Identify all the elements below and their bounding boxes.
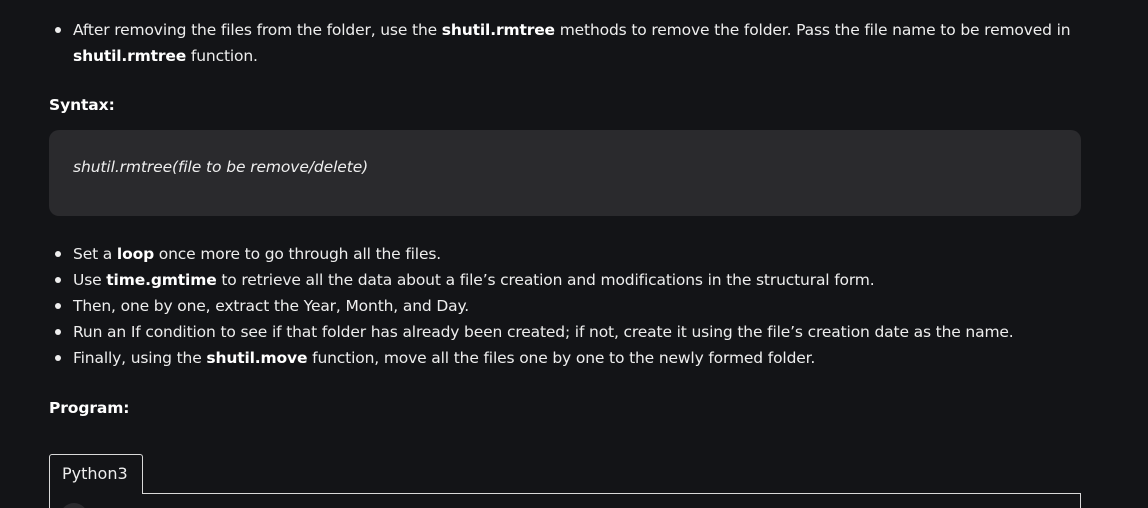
list-item-text: Set a xyxy=(73,245,117,263)
program-heading: Program: xyxy=(49,399,130,417)
list-item: Use time.gmtime to retrieve all the data… xyxy=(50,267,1090,293)
code-panel-control-icon[interactable] xyxy=(60,503,88,508)
instruction-list-steps: Set a loop once more to go through all t… xyxy=(50,241,1090,371)
code-term: shutil.rmtree xyxy=(73,47,187,65)
list-item-text: Use xyxy=(73,271,107,289)
tab-bar-divider xyxy=(142,493,1081,494)
list-item-text: Then, one by one, extract the Year, Mont… xyxy=(73,297,470,315)
code-panel-border-right xyxy=(1080,493,1081,508)
list-item-text: Finally, using the xyxy=(73,349,207,367)
syntax-code-block: shutil.rmtree(file to be remove/delete) xyxy=(49,130,1081,216)
list-item: Then, one by one, extract the Year, Mont… xyxy=(50,293,1090,319)
code-panel-border-left xyxy=(49,493,50,508)
syntax-code-text: shutil.rmtree(file to be remove/delete) xyxy=(73,158,369,176)
syntax-heading: Syntax: xyxy=(49,96,115,114)
tab-python3[interactable]: Python3 xyxy=(49,454,143,494)
instruction-list-top: After removing the files from the folder… xyxy=(50,17,1090,69)
list-item: After removing the files from the folder… xyxy=(50,17,1090,69)
list-item-text: methods to remove the folder. Pass the f… xyxy=(554,21,1071,39)
list-item: Finally, using the shutil.move function,… xyxy=(50,345,1090,371)
tab-python3-label: Python3 xyxy=(62,464,128,483)
code-term: time.gmtime xyxy=(106,271,217,289)
code-term: loop xyxy=(116,245,155,263)
list-item-text: After removing the files from the folder… xyxy=(73,21,442,39)
list-item-text: function, move all the files one by one … xyxy=(307,349,816,367)
list-item-text: once more to go through all the files. xyxy=(154,245,442,263)
list-item: Set a loop once more to go through all t… xyxy=(50,241,1090,267)
code-term: shutil.move xyxy=(206,349,308,367)
list-item-text: Run an If condition to see if that folde… xyxy=(73,323,1014,341)
list-item-text: to retrieve all the data about a file’s … xyxy=(216,271,875,289)
list-item: Run an If condition to see if that folde… xyxy=(50,319,1090,345)
article-page: After removing the files from the folder… xyxy=(0,0,1148,508)
code-term: shutil.rmtree xyxy=(441,21,555,39)
list-item-text: function. xyxy=(186,47,258,65)
